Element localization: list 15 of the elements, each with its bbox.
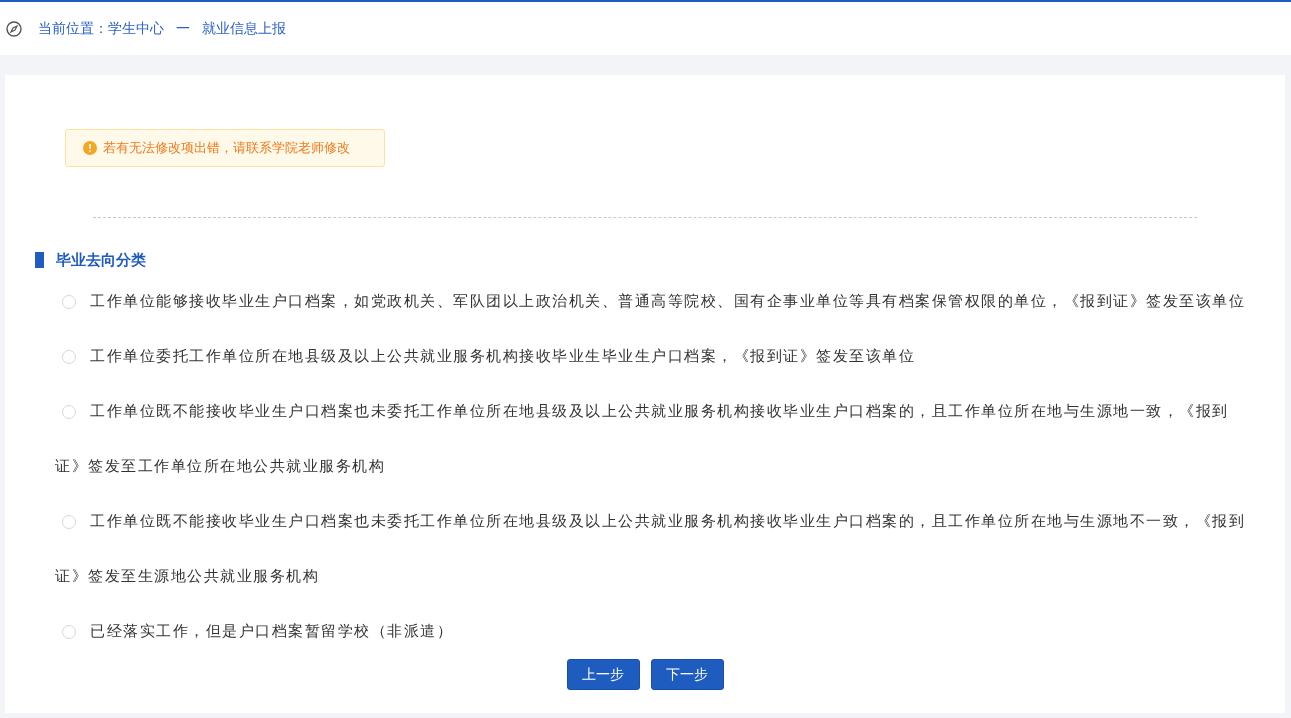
section-title: 毕业去向分类 xyxy=(56,250,146,270)
option-label[interactable]: 工作单位能够接收毕业生户口档案，如党政机关、军队团以上政治机关、普通高等院校、国有企事业单位等具有档案保管权限的单位，《报到证》签发至该单位 xyxy=(55,274,1255,329)
option-label[interactable]: 工作单位既不能接收毕业生户口档案也未委托工作单位所在地县级及以上公共就业服务机构接收毕业生户口档案的，且工作单位所在地与生源地一致，《报到证》签发至工作单位所在地公共就业服务机构 xyxy=(55,384,1255,494)
warning-icon xyxy=(83,141,97,155)
section-marker xyxy=(35,252,44,268)
compass-icon xyxy=(6,20,22,37)
breadcrumb-location: 当前位置：学生中心 xyxy=(38,19,164,38)
option-label[interactable]: 已经落实工作，但是户口档案暂留学校（非派遣） xyxy=(55,604,1255,659)
previous-button[interactable]: 上一步 xyxy=(566,659,640,690)
notice-text: 若有无法修改项出错，请联系学院老师修改 xyxy=(103,139,350,157)
option-label[interactable]: 工作单位委托工作单位所在地县级及以上公共就业服务机构接收毕业生毕业生户口档案，《报到证》签发至该单位 xyxy=(55,329,1255,384)
option-label[interactable]: 工作单位既不能接收毕业生户口档案也未委托工作单位所在地县级及以上公共就业服务机构接收毕业生户口档案的，且工作单位所在地与生源地不一致，《报到证》签发至生源地公共就业服务机构 xyxy=(55,494,1255,604)
next-button[interactable]: 下一步 xyxy=(650,659,724,690)
breadcrumb-separator: 一 xyxy=(176,19,190,38)
breadcrumb-page: 就业信息上报 xyxy=(202,19,286,38)
